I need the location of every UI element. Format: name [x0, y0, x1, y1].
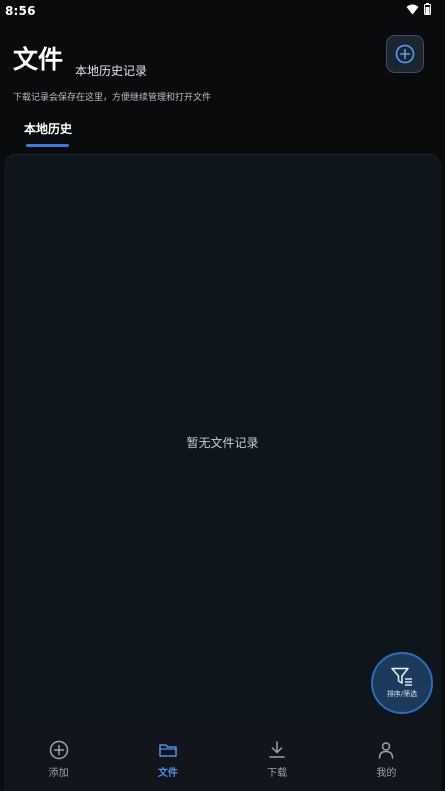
nav-item-profile[interactable]: 我的 — [332, 730, 441, 791]
page-title: 文件 — [13, 45, 64, 74]
nav-label-download: 下载 — [267, 768, 288, 779]
plus-circle-icon — [49, 740, 68, 760]
empty-state-message: 暂无文件记录 — [186, 436, 259, 450]
page-subtitle: 本地历史记录 — [75, 64, 148, 78]
tab-local-history[interactable]: 本地历史 — [24, 120, 72, 137]
nav-label-profile: 我的 — [376, 768, 397, 779]
nav-label-add: 添加 — [48, 768, 69, 779]
folder-icon — [159, 744, 177, 757]
filter-icon — [391, 667, 412, 686]
status-bar: 8:56 — [0, 0, 445, 22]
nav-item-download[interactable]: 下载 — [223, 730, 332, 791]
status-icons — [406, 3, 431, 15]
nav-item-add[interactable]: 添加 — [4, 730, 113, 791]
status-time: 8:56 — [5, 4, 36, 18]
bottom-nav: 添加 文件 下载 我的 — [4, 730, 441, 791]
battery-icon — [424, 3, 431, 15]
wifi-icon — [406, 4, 419, 14]
add-button[interactable] — [386, 35, 424, 73]
user-icon — [379, 742, 394, 759]
tab-indicator — [26, 144, 69, 147]
nav-item-files[interactable]: 文件 — [113, 730, 222, 791]
download-icon — [269, 741, 285, 758]
page-description: 下载记录会保存在这里，方便继续管理和打开文件 — [13, 93, 212, 103]
nav-label-files: 文件 — [157, 768, 178, 779]
sort-filter-button[interactable]: 排序/筛选 — [371, 652, 433, 714]
plus-circle-icon — [395, 44, 415, 64]
sort-filter-label: 排序/筛选 — [386, 690, 418, 698]
